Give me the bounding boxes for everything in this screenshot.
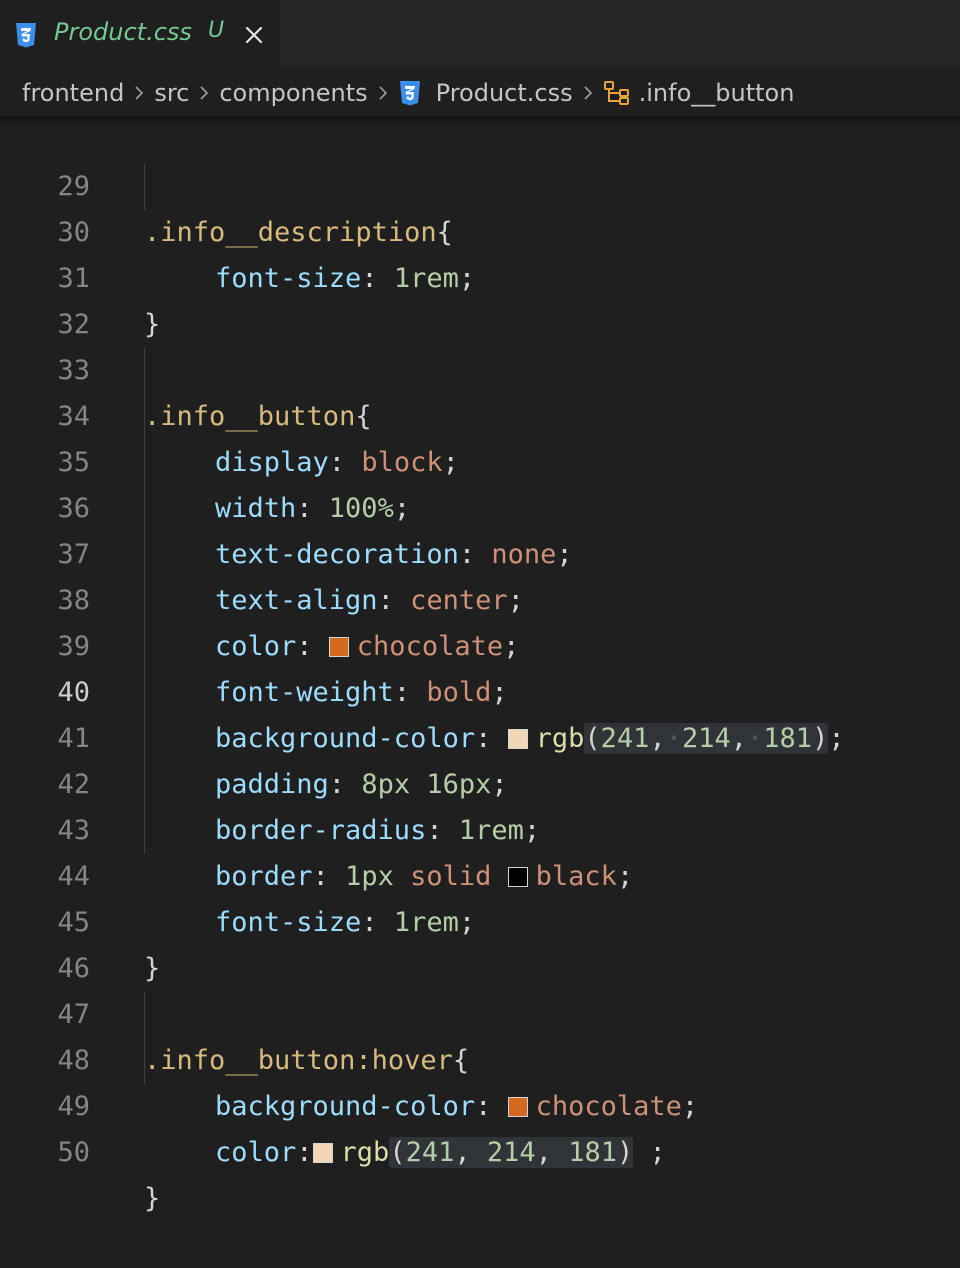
code-line: 46 [0,900,960,984]
code-line: 41 padding: 8px 16px; [0,670,960,800]
code-line: 37 text-align: center; [0,486,960,616]
tab-filename: Product.css [54,18,192,46]
code-line: 34 display: block; [0,348,960,478]
tab-bar: Product.css U [0,0,960,71]
css-file-icon [16,23,36,48]
code-line: 42 border-radius: 1rem; [0,716,960,846]
code-line: 35 width: 100%; [0,394,960,524]
code-line: 39 font-weight: bold; [0,578,960,708]
code-line: 48 background-color: chocolate; [0,992,960,1122]
code-line: 49 color: rgb(241, 214, 181) ; [0,1038,960,1168]
code-line: 32 [0,256,960,340]
breadcrumb-item-components[interactable]: components [219,79,367,107]
code-line: 45 } [0,854,960,984]
code-line-active: 40 background-color: rgb(241,·214,·181); [0,624,960,754]
tab-product-css[interactable]: Product.css U [0,0,280,70]
code-line: 38 color: chocolate; [0,532,960,662]
code-editor[interactable]: 29 .info__description{ 30 font-size: 1re… [0,118,960,1214]
close-icon[interactable] [244,25,264,45]
breadcrumb-item-frontend[interactable]: frontend [22,79,124,107]
color-swatch[interactable] [312,1143,333,1163]
code-line: 50 } [0,1084,960,1214]
code-line: 33 .info__button{ [0,302,960,432]
breadcrumb-item-symbol[interactable]: .info__button [639,79,795,107]
css-file-icon [399,81,420,106]
code-line: 29 .info__description{ [0,118,960,248]
chevron-right-icon [135,86,144,100]
breadcrumb: frontend src components Product.css .inf… [0,70,960,116]
untracked-status: U [208,18,225,43]
code-line: 44 font-size: 1rem; [0,808,960,938]
code-line: 43 border: 1px solid black; [0,762,960,892]
chevron-right-icon [379,86,387,100]
chevron-right-icon [200,86,209,100]
brace: } [144,1183,161,1214]
code-line: 47 .info__button:hover{ [0,946,960,1076]
css-selector-symbol-icon [603,81,629,105]
line-number: 50 [57,1137,90,1168]
chevron-right-icon [584,86,592,100]
code-line: 30 font-size: 1rem; [0,164,960,294]
breadcrumb-item-file[interactable]: Product.css [436,79,573,107]
code-line: 31 } [0,210,960,340]
code-line: 36 text-decoration: none; [0,440,960,570]
breadcrumb-item-src[interactable]: src [154,79,189,107]
